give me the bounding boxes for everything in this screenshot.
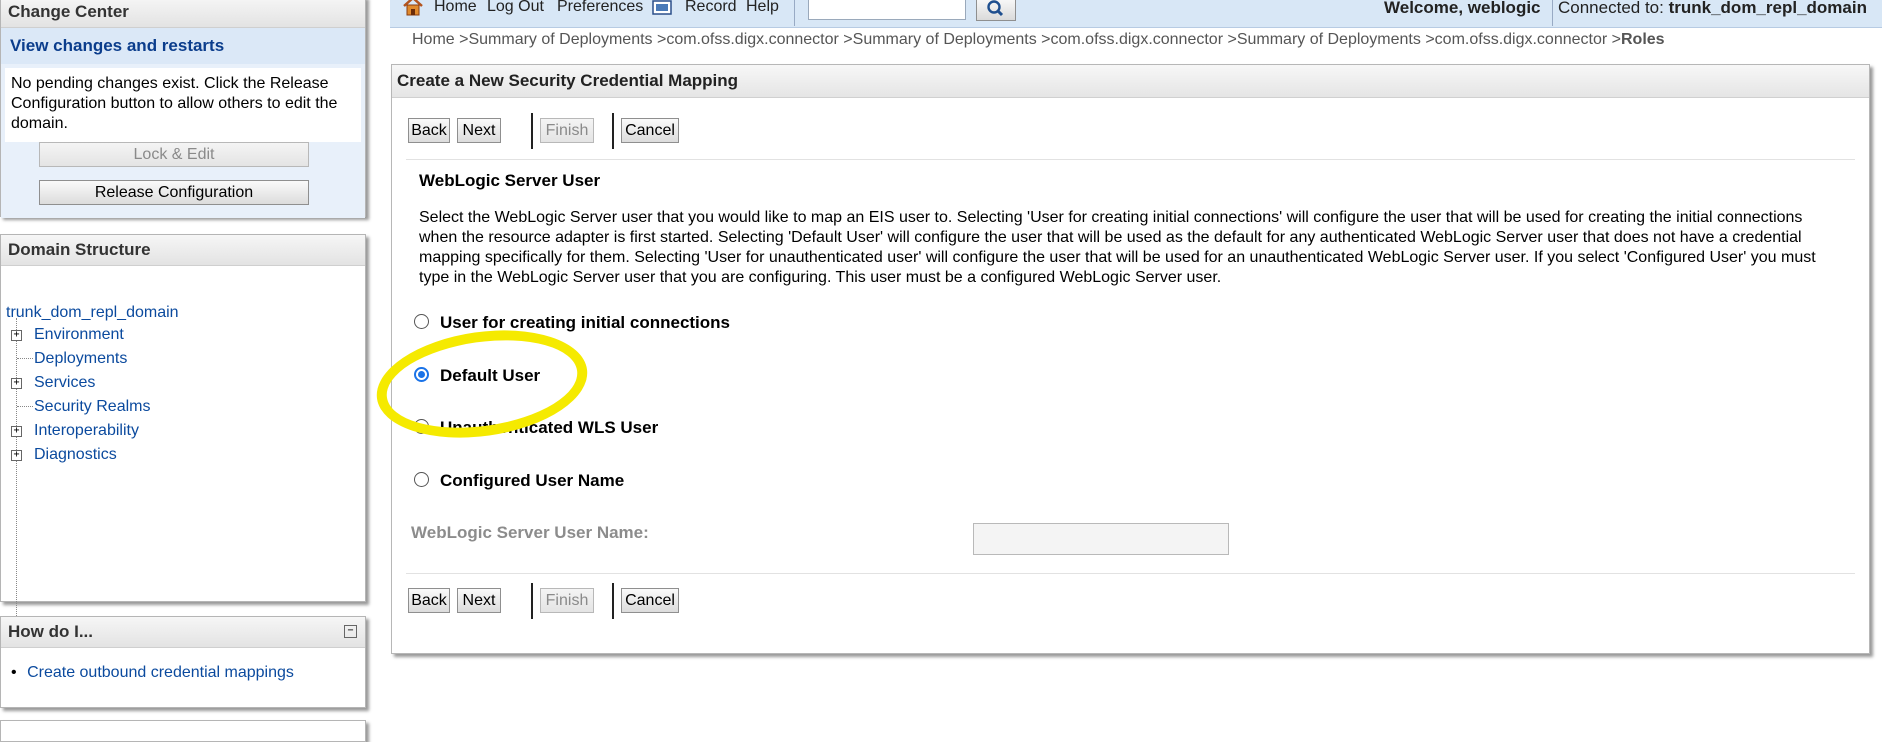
view-changes-link[interactable]: View changes and restarts [1, 28, 365, 64]
domain-structure-panel: Domain Structure trunk_dom_repl_domain +… [0, 234, 366, 690]
wizard-divider [531, 113, 533, 149]
user-name-label: WebLogic Server User Name: [411, 523, 649, 542]
expand-icon[interactable]: + [11, 450, 22, 461]
tree-item-deployments[interactable]: Deployments [34, 350, 127, 368]
option-label: User for creating initial connections [440, 313, 731, 332]
expand-icon[interactable]: + [11, 330, 22, 341]
cancel-button[interactable]: Cancel [621, 118, 679, 143]
wizard-divider [612, 113, 614, 149]
change-center-body: No pending changes exist. Click the Rele… [1, 64, 365, 218]
page-title: Create a New Security Credential Mapping [392, 65, 1869, 98]
create-outbound-credential-mappings-link[interactable]: Create outbound credential mappings [27, 664, 294, 681]
tree-item-environment[interactable]: Environment [34, 326, 124, 344]
breadcrumb-summary-of-deployments[interactable]: Summary of Deployments > [1237, 31, 1435, 48]
tree-connector [17, 406, 33, 407]
logout-link[interactable]: Log Out [487, 0, 544, 16]
option-label: Configured User Name [440, 471, 625, 490]
change-center-panel: Change Center View changes and restarts … [0, 0, 366, 218]
connected-label: Connected to: [1558, 0, 1664, 17]
back-button[interactable]: Back [408, 118, 450, 143]
breadcrumb-summary-of-deployments[interactable]: Summary of Deployments > [468, 31, 666, 48]
breadcrumb-current: Roles [1620, 31, 1665, 48]
how-do-i-title: How do I... [1, 617, 365, 648]
search-button[interactable] [976, 0, 1016, 21]
how-do-i-item: • Create outbound credential mappings [11, 664, 294, 682]
breadcrumb-connector[interactable]: com.ofss.digx.connector > [1051, 31, 1237, 48]
how-do-i-panel: How do I... − • Create outbound credenti… [0, 616, 366, 708]
breadcrumb-summary-of-deployments[interactable]: Summary of Deployments > [853, 31, 1051, 48]
search-input[interactable] [808, 0, 966, 20]
finish-button[interactable]: Finish [540, 118, 594, 143]
release-configuration-button[interactable]: Release Configuration [39, 180, 309, 205]
breadcrumb-connector[interactable]: com.ofss.digx.connector > [666, 31, 852, 48]
home-icon[interactable] [402, 0, 424, 16]
toolbar-divider [794, 0, 795, 26]
breadcrumb-connector[interactable]: com.ofss.digx.connector > [1435, 31, 1621, 48]
search-icon [987, 0, 1004, 17]
home-link[interactable]: Home [434, 0, 477, 16]
tree-connector [17, 358, 33, 359]
bullet-icon: • [11, 664, 17, 681]
connected-domain: trunk_dom_repl_domain [1668, 0, 1867, 17]
change-center-title: Change Center [1, 0, 365, 28]
credential-mapping-panel: Create a New Security Credential Mapping… [391, 64, 1870, 654]
next-button[interactable]: Next [457, 118, 501, 143]
tree-item-services[interactable]: Services [34, 374, 95, 392]
next-panel-edge [0, 720, 366, 742]
cancel-button[interactable]: Cancel [621, 588, 679, 613]
lock-edit-button[interactable]: Lock & Edit [39, 142, 309, 167]
preferences-link[interactable]: Preferences [557, 0, 643, 16]
breadcrumb: Home >Summary of Deployments >com.ofss.d… [412, 31, 1665, 49]
domain-structure-title: Domain Structure [1, 235, 365, 266]
tree-root-domain[interactable]: trunk_dom_repl_domain [6, 304, 179, 322]
wizard-divider [612, 583, 614, 619]
expand-icon[interactable]: + [11, 426, 22, 437]
divider [406, 159, 1855, 160]
welcome-text: Welcome, weblogic [1384, 0, 1541, 17]
tree-item-security-realms[interactable]: Security Realms [34, 398, 150, 416]
connected-to: Connected to: trunk_dom_repl_domain [1558, 0, 1867, 18]
toolbar-divider [1552, 0, 1553, 26]
radio-initial-connections[interactable] [414, 314, 429, 329]
tree-item-interoperability[interactable]: Interoperability [34, 422, 139, 440]
section-title: WebLogic Server User [419, 171, 601, 190]
section-description: Select the WebLogic Server user that you… [419, 209, 1816, 286]
divider [406, 573, 1855, 574]
top-toolbar: Home Log Out Preferences Record Help Wel… [390, 0, 1882, 28]
record-icon[interactable] [652, 0, 672, 16]
back-button[interactable]: Back [408, 588, 450, 613]
pending-changes-message: No pending changes exist. Click the Rele… [5, 68, 361, 142]
tree-item-diagnostics[interactable]: Diagnostics [34, 446, 117, 464]
collapse-icon[interactable]: − [344, 625, 357, 638]
radio-configured-user-name[interactable] [414, 472, 429, 487]
user-name-field[interactable] [973, 523, 1229, 555]
expand-icon[interactable]: + [11, 378, 22, 389]
wizard-divider [531, 583, 533, 619]
record-link[interactable]: Record [685, 0, 737, 16]
help-link[interactable]: Help [746, 0, 779, 16]
breadcrumb-home[interactable]: Home > [412, 31, 468, 48]
finish-button[interactable]: Finish [540, 588, 594, 613]
next-button[interactable]: Next [457, 588, 501, 613]
